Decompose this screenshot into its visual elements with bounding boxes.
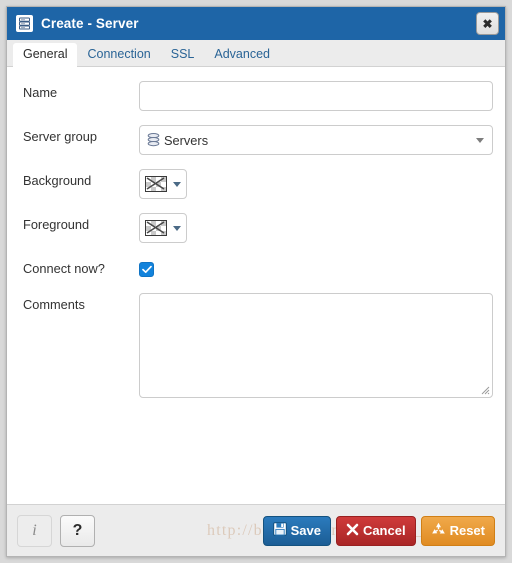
background-color-picker[interactable]	[139, 169, 187, 199]
reset-button[interactable]: Reset	[420, 515, 495, 546]
background-label: Background	[23, 173, 92, 188]
server-group-value: Servers	[164, 132, 209, 148]
dialog-titlebar: Create - Server ✖	[7, 7, 505, 40]
form-row-background: Background	[23, 169, 493, 199]
form-row-server-group: Server group Servers	[23, 125, 493, 155]
general-tab-panel: Name Server group Servers Background For…	[7, 67, 505, 504]
cancel-button-label: Cancel	[362, 523, 406, 538]
no-color-swatch-icon	[145, 220, 167, 236]
name-input[interactable]	[139, 81, 493, 111]
chevron-down-icon	[173, 181, 181, 187]
create-server-dialog: Create - Server ✖ General Connection SSL…	[6, 6, 506, 557]
connect-now-label: Connect now?	[23, 261, 105, 276]
comments-label: Comments	[23, 297, 85, 312]
dialog-title: Create - Server	[41, 16, 139, 31]
form-row-name: Name	[23, 81, 493, 111]
no-color-swatch-icon	[145, 176, 167, 192]
connect-now-checkbox[interactable]	[139, 262, 154, 277]
check-icon	[141, 265, 152, 274]
comments-textarea[interactable]	[139, 293, 493, 398]
tab-ssl[interactable]: SSL	[161, 43, 205, 67]
server-group-select[interactable]: Servers	[139, 125, 493, 155]
server-group-label: Server group	[23, 129, 97, 144]
info-button[interactable]: i	[17, 514, 52, 547]
foreground-label: Foreground	[23, 217, 90, 232]
floppy-disk-icon	[272, 522, 287, 539]
server-group-icon	[147, 133, 160, 147]
cross-icon	[346, 523, 359, 539]
close-icon[interactable]: ✖	[476, 12, 499, 35]
form-row-connect-now: Connect now?	[23, 257, 493, 279]
dialog-footer: i ? http://blog.csdn.net/pierian_d Save	[7, 504, 505, 556]
reset-button-label: Reset	[449, 523, 485, 538]
save-button[interactable]: Save	[262, 515, 331, 546]
save-button-label: Save	[290, 523, 321, 538]
tab-advanced[interactable]: Advanced	[204, 43, 280, 67]
recycle-icon	[431, 522, 446, 539]
chevron-down-icon	[173, 225, 181, 231]
help-button[interactable]: ?	[60, 514, 95, 547]
form-row-foreground: Foreground	[23, 213, 493, 243]
foreground-color-picker[interactable]	[139, 213, 187, 243]
tab-connection[interactable]: Connection	[77, 43, 160, 67]
name-label: Name	[23, 85, 58, 100]
tab-bar: General Connection SSL Advanced	[7, 40, 505, 67]
chevron-down-icon	[476, 138, 484, 143]
cancel-button[interactable]: Cancel	[335, 515, 416, 546]
tab-general[interactable]: General	[13, 42, 78, 67]
form-row-comments: Comments	[23, 293, 493, 403]
server-icon	[16, 15, 33, 32]
